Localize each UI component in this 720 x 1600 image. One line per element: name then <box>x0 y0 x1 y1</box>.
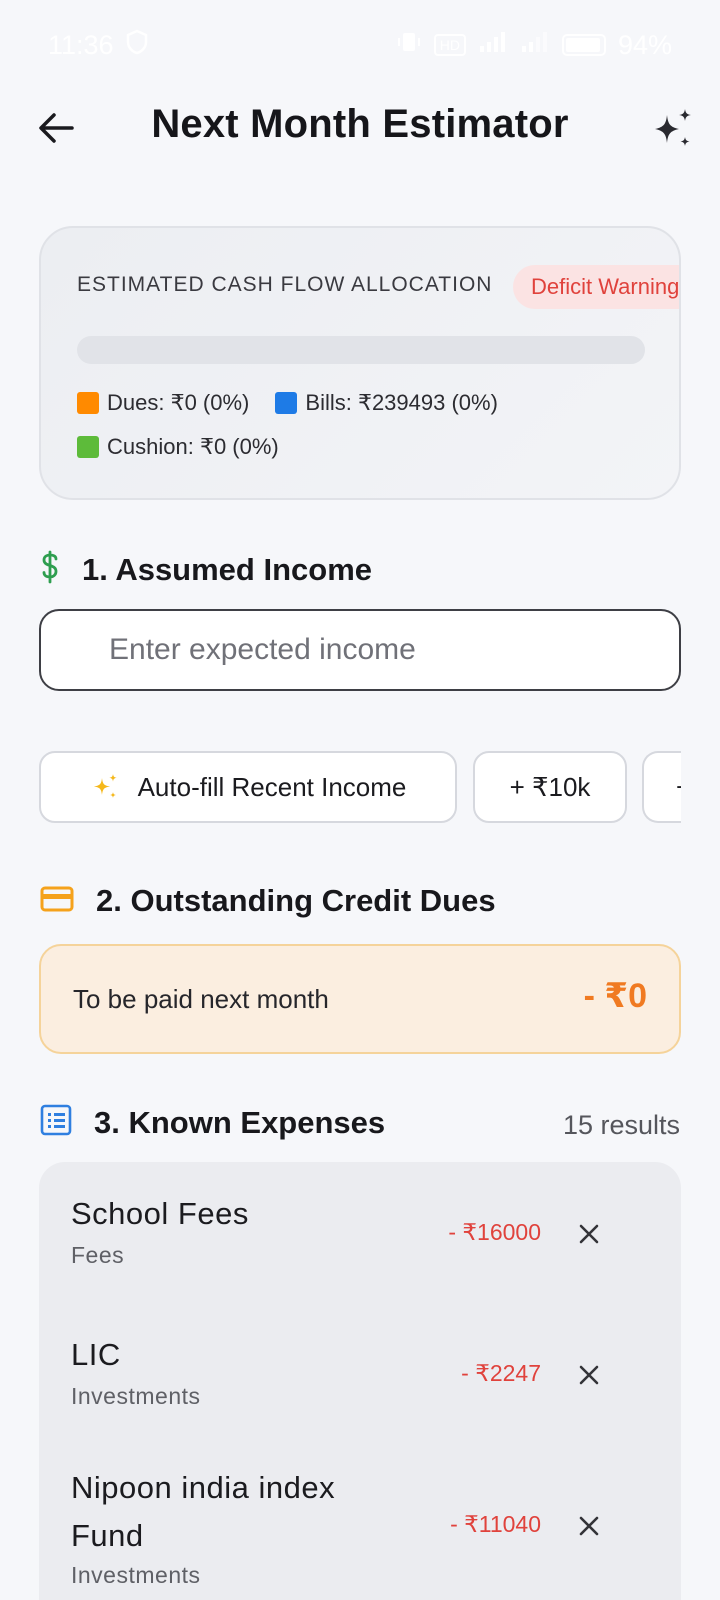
expense-name: School Fees <box>71 1196 249 1231</box>
legend-bills-text: Bills: ₹239493 (0%) <box>305 390 498 415</box>
income-input-container <box>39 609 681 691</box>
dollar-icon <box>40 550 60 589</box>
signal-2-icon <box>520 30 550 61</box>
close-icon <box>579 1224 599 1244</box>
autofill-chip-label: Auto-fill Recent Income <box>137 771 407 802</box>
ai-sparkle-button[interactable] <box>648 106 696 154</box>
allocation-legend-row-1: Dues: ₹0 (0%) Bills: ₹239493 (0%) <box>77 390 498 416</box>
remove-expense-button[interactable] <box>573 1218 605 1250</box>
list-item[interactable]: Nipoon india index Fund Investments - ₹1… <box>39 1442 681 1600</box>
signal-1-icon <box>478 30 508 61</box>
list-icon <box>40 1104 72 1141</box>
close-icon <box>579 1365 599 1385</box>
page-title: Next Month Estimator <box>151 102 569 146</box>
legend-bills: Bills: ₹239493 (0%) <box>275 390 498 416</box>
deficit-warning-badge: Deficit Warning ⚠️ <box>513 265 679 309</box>
location-shield-icon <box>126 29 148 62</box>
remove-expense-button[interactable] <box>573 1359 605 1391</box>
remove-expense-button[interactable] <box>573 1510 605 1542</box>
credit-card-icon <box>40 884 74 919</box>
dues-section-heading: 2. Outstanding Credit Dues <box>40 883 496 919</box>
battery-icon <box>561 34 606 56</box>
expected-income-input[interactable] <box>109 633 679 667</box>
credit-dues-card: To be paid next month - ₹0 <box>39 944 681 1054</box>
app-header: Next Month Estimator <box>0 92 720 172</box>
expenses-section-heading: 3. Known Expenses <box>40 1104 385 1141</box>
sparkles-icon <box>93 774 117 798</box>
vibrate-icon <box>396 29 422 62</box>
legend-cushion-text: Cushion: ₹0 (0%) <box>107 434 279 459</box>
expense-amount: - ₹16000 <box>448 1219 541 1245</box>
expense-name: Nipoon india index Fund <box>71 1470 336 1553</box>
allocation-title: ESTIMATED CASH FLOW ALLOCATION <box>77 273 493 296</box>
add-10k-chip[interactable]: + ₹10k <box>473 751 627 823</box>
legend-cushion: Cushion: ₹0 (0%) <box>77 434 279 460</box>
status-right: HD 94% <box>396 29 672 62</box>
dues-section-title: 2. Outstanding Credit Dues <box>96 883 496 918</box>
legend-dues-text: Dues: ₹0 (0%) <box>107 390 250 415</box>
expense-category: Fees <box>71 1242 125 1268</box>
allocation-progress-bar <box>77 336 645 364</box>
battery-percent: 94% <box>617 29 672 60</box>
expenses-result-count: 15 results <box>562 1110 680 1140</box>
add-10k-label: + ₹10k <box>509 771 591 802</box>
list-item[interactable]: School Fees Fees - ₹16000 <box>39 1162 681 1302</box>
legend-dues: Dues: ₹0 (0%) <box>77 390 249 416</box>
add-more-chip[interactable]: + <box>642 751 681 823</box>
income-section-heading: 1. Assumed Income <box>40 550 372 589</box>
dues-label: To be paid next month <box>73 984 329 1014</box>
list-item[interactable]: LIC Investments - ₹2247 <box>39 1302 681 1442</box>
dues-swatch <box>77 392 99 414</box>
expenses-list: School Fees Fees - ₹16000 LIC Investment… <box>39 1162 681 1600</box>
expenses-section-title: 3. Known Expenses <box>94 1104 386 1140</box>
sparkles-icon <box>655 109 691 146</box>
autofill-income-chip[interactable]: Auto-fill Recent Income <box>39 751 457 823</box>
expense-name: LIC <box>71 1337 121 1372</box>
cash-flow-allocation-card: ESTIMATED CASH FLOW ALLOCATION Deficit W… <box>39 226 681 500</box>
volte-icon: HD <box>433 34 466 56</box>
status-time: 11:36 <box>48 29 114 60</box>
expense-category: Investments <box>71 1562 201 1588</box>
status-bar: 11:36 HD 94% <box>0 0 720 90</box>
bills-swatch <box>275 392 298 414</box>
cushion-swatch <box>77 436 99 458</box>
allocation-legend-row-2: Cushion: ₹0 (0%) <box>77 434 279 460</box>
income-section-title: 1. Assumed Income <box>82 551 373 587</box>
dues-amount: - ₹0 <box>583 977 647 1015</box>
add-more-label: + <box>676 772 681 803</box>
close-icon <box>579 1516 599 1536</box>
expense-amount: - ₹11040 <box>450 1511 541 1537</box>
expense-category: Investments <box>71 1383 201 1409</box>
expense-amount: - ₹2247 <box>461 1360 541 1386</box>
status-left: 11:36 <box>48 29 148 62</box>
